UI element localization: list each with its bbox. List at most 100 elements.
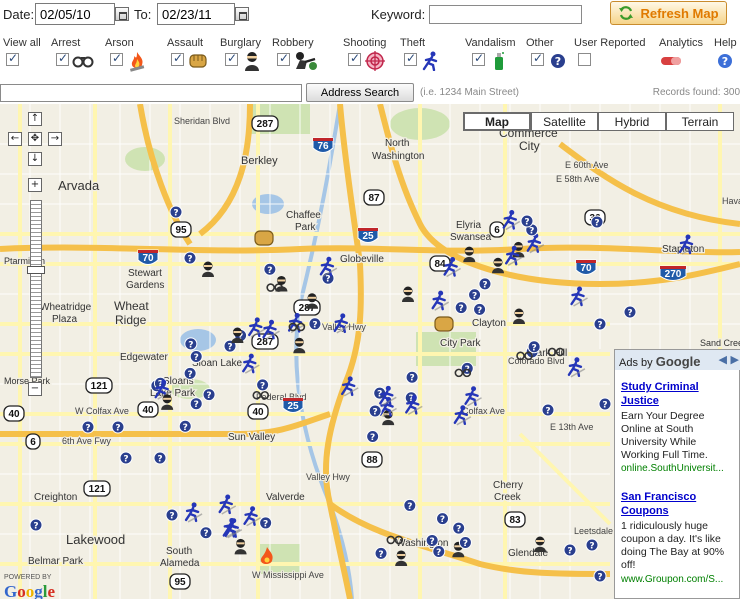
question-icon[interactable]: ? (189, 350, 203, 364)
question-icon[interactable]: ? (202, 388, 216, 402)
question-icon[interactable]: ? (585, 538, 599, 552)
question-icon[interactable]: ? (478, 277, 492, 291)
pill-icon[interactable] (660, 50, 682, 72)
question-icon[interactable]: ? (259, 516, 273, 530)
question-icon[interactable]: ? (256, 378, 270, 392)
to-calendar-icon[interactable] (235, 7, 249, 21)
zoom-slider-track[interactable] (30, 200, 42, 378)
zoom-in-icon[interactable]: + (28, 178, 42, 192)
question-icon[interactable]: ? (593, 569, 607, 583)
question-icon[interactable]: ? (468, 288, 482, 302)
question-icon[interactable]: ? (29, 518, 43, 532)
runner-icon[interactable] (319, 256, 338, 277)
question-icon[interactable]: ? (374, 546, 388, 560)
question-icon[interactable]: ? (623, 305, 637, 319)
help-link[interactable]: Help (714, 37, 737, 49)
map-type-hybrid[interactable]: Hybrid (598, 112, 666, 131)
keyword-input[interactable] (429, 5, 582, 24)
analytics-link[interactable]: Analytics (659, 37, 703, 49)
burglar-icon[interactable] (395, 550, 408, 566)
pan-right-icon[interactable]: → (48, 132, 62, 146)
pan-center-icon[interactable]: ✥ (28, 132, 42, 146)
from-date-input[interactable] (35, 3, 115, 25)
question-icon[interactable]: ? (111, 420, 125, 434)
pan-down-icon[interactable]: ↓ (28, 152, 42, 166)
question-icon[interactable]: ? (183, 366, 197, 380)
question-icon[interactable]: ? (527, 340, 541, 354)
question-icon[interactable]: ? (189, 397, 203, 411)
ads-next-icon[interactable]: ▶ (731, 353, 739, 366)
question-icon[interactable]: ? (403, 498, 417, 512)
address-search-button[interactable]: Address Search (306, 83, 414, 102)
runner-icon[interactable] (570, 286, 588, 307)
question-icon[interactable]: ? (541, 403, 555, 417)
question-icon[interactable]: ? (183, 251, 197, 265)
question-icon[interactable]: ? (598, 397, 612, 411)
question-icon[interactable]: ? (81, 420, 95, 434)
ad-title-1[interactable]: Study Criminal Justice (621, 380, 733, 408)
question-icon[interactable]: ? (119, 451, 133, 465)
question-icon[interactable]: ? (425, 533, 439, 547)
question-icon[interactable]: ? (169, 205, 183, 219)
filter-checkbox-vandalism[interactable] (472, 51, 485, 66)
question-icon[interactable]: ? (184, 337, 198, 351)
pan-up-icon[interactable]: ↑ (28, 112, 42, 126)
ad-body-1: Earn Your Degree Online at South Univers… (621, 410, 708, 461)
burglar-icon[interactable] (513, 308, 525, 325)
filter-checkbox-assault[interactable] (171, 51, 184, 66)
question-icon[interactable]: ? (454, 301, 468, 315)
map-type-satellite[interactable]: Satellite (531, 112, 598, 131)
burglar-icon[interactable] (234, 538, 247, 555)
filter-checkbox-arson[interactable] (110, 51, 123, 66)
burglar-icon[interactable] (382, 409, 395, 426)
question-icon[interactable]: ? (520, 214, 534, 228)
filter-checkbox-user-reported[interactable] (578, 53, 591, 66)
question-icon[interactable]: ? (436, 512, 450, 526)
runner-icon[interactable] (567, 357, 586, 378)
filter-checkbox-burglary[interactable] (225, 51, 238, 66)
fist-icon[interactable] (254, 230, 274, 246)
filter-checkbox-robbery[interactable] (277, 51, 290, 66)
filter-checkbox-other[interactable] (531, 51, 544, 66)
question-icon[interactable]: ? (593, 317, 607, 331)
question-icon[interactable]: ? (308, 317, 322, 331)
address-input[interactable] (0, 84, 302, 102)
help-icon[interactable]: ? (714, 50, 736, 72)
map-type-terrain[interactable]: Terrain (666, 112, 734, 131)
pan-left-icon[interactable]: ← (8, 132, 22, 146)
google-logo[interactable]: Google (4, 582, 55, 599)
question-icon[interactable]: ? (165, 508, 179, 522)
question-icon[interactable]: ? (405, 370, 419, 384)
question-icon[interactable]: ? (263, 262, 277, 276)
question-icon[interactable]: ? (366, 430, 380, 444)
crime-map[interactable]: Arvada Berkley North Washington Commerce City… (0, 104, 740, 599)
map-type-map[interactable]: Map (463, 112, 531, 131)
burglar-icon[interactable] (534, 536, 546, 553)
filter-checkbox-view-all[interactable] (6, 51, 19, 66)
to-date-input[interactable] (157, 3, 235, 25)
question-icon[interactable]: ? (452, 521, 466, 535)
question-icon[interactable]: ? (199, 526, 213, 540)
zoom-slider-thumb[interactable] (27, 266, 45, 274)
question-icon[interactable]: ? (473, 302, 487, 316)
zoom-out-icon[interactable]: − (28, 382, 42, 396)
svg-text:?: ? (545, 407, 550, 417)
from-calendar-icon[interactable] (115, 7, 129, 21)
refresh-map-button[interactable]: Refresh Map (610, 1, 727, 25)
question-icon[interactable]: ? (153, 451, 167, 465)
filter-checkbox-arrest[interactable] (56, 51, 69, 66)
question-icon[interactable]: ? (458, 536, 472, 550)
filter-checkbox-theft[interactable] (404, 51, 417, 66)
question-icon[interactable]: ? (178, 419, 192, 433)
ad-title-2[interactable]: San Francisco Coupons (621, 490, 733, 518)
ad-url-1[interactable]: online.SouthUniversit... (621, 463, 735, 474)
filter-checkbox-shooting[interactable] (348, 51, 361, 66)
question-icon[interactable]: ? (368, 404, 382, 418)
question-icon[interactable]: ? (590, 215, 604, 229)
fist-icon[interactable] (434, 316, 454, 332)
ads-prev-icon[interactable]: ◀ (719, 353, 727, 366)
question-icon[interactable]: ? (432, 545, 446, 559)
ad-url-2[interactable]: www.Groupon.com/S... (621, 574, 735, 585)
question-icon[interactable]: ? (563, 543, 577, 557)
runner-icon[interactable] (464, 386, 482, 407)
